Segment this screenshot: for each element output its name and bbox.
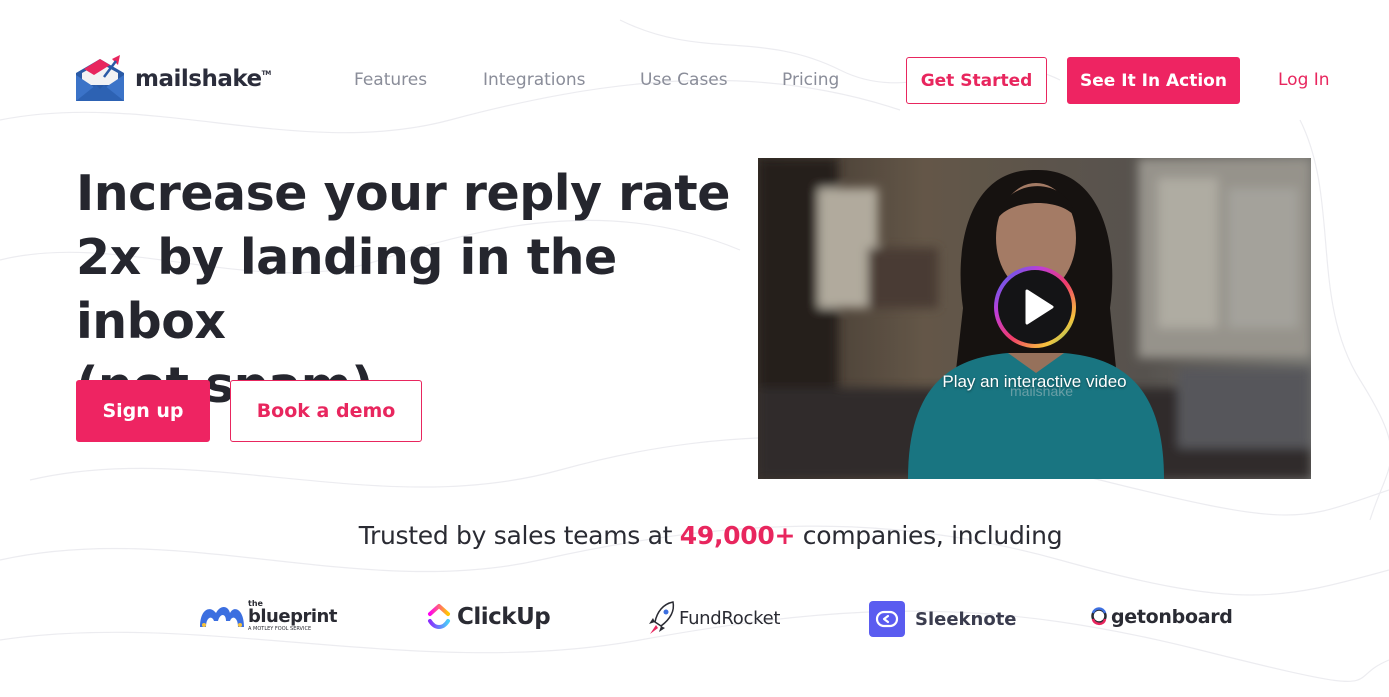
blueprint-logo-icon — [200, 607, 244, 627]
logo-trademark: TM — [261, 70, 272, 77]
play-icon — [994, 266, 1076, 348]
clickup-logo-icon — [428, 604, 450, 629]
brand-clickup: ClickUp — [427, 603, 551, 631]
trusted-by-text: Trusted by sales teams at 49,000+ compan… — [0, 521, 1389, 550]
trusted-suffix: companies, including — [795, 521, 1063, 550]
play-button[interactable] — [992, 264, 1078, 350]
hero-title-line-1: Increase your reply rate — [76, 165, 730, 222]
see-it-in-action-button[interactable]: See It In Action — [1067, 57, 1240, 104]
nav-features[interactable]: Features — [354, 70, 427, 90]
rocket-icon — [649, 601, 675, 634]
mailshake-logo[interactable]: mailshakeTM — [74, 55, 271, 103]
getonboard-logo-icon — [1091, 607, 1107, 626]
getonboard-text: getonboard — [1111, 606, 1233, 628]
clickup-text: ClickUp — [457, 604, 551, 630]
brand-blueprint: the blueprint A MOTLEY FOOL SERVICE — [198, 600, 337, 632]
get-started-button[interactable]: Get Started — [906, 57, 1047, 104]
blueprint-main-text: blueprint — [248, 606, 337, 627]
sign-up-button[interactable]: Sign up — [76, 380, 210, 442]
sleeknote-logo-icon — [869, 601, 905, 637]
brand-sleeknote: Sleeknote — [869, 601, 1017, 637]
blueprint-sub-text: A MOTLEY FOOL SERVICE — [248, 626, 312, 632]
company-count: 49,000+ — [679, 521, 796, 550]
nav-pricing[interactable]: Pricing — [782, 70, 839, 90]
interactive-video[interactable]: mailshake Play an interactive video — [758, 158, 1311, 479]
login-link[interactable]: Log In — [1278, 70, 1330, 90]
logo-wordmark: mailshakeTM — [135, 66, 271, 92]
brand-fundrocket: FundRocket — [647, 600, 780, 636]
fundrocket-text: FundRocket — [679, 607, 781, 629]
trusted-prefix: Trusted by sales teams at — [358, 521, 680, 550]
book-demo-button[interactable]: Book a demo — [230, 380, 422, 442]
video-caption: Play an interactive video — [942, 372, 1127, 391]
brand-getonboard: getonboard — [1090, 605, 1233, 629]
nav-integrations[interactable]: Integrations — [483, 70, 586, 90]
hero-title-line-2: 2x by landing in the inbox — [76, 229, 617, 350]
nav-use-cases[interactable]: Use Cases — [640, 70, 728, 90]
sleeknote-text: Sleeknote — [915, 608, 1017, 630]
mailshake-envelope-icon — [76, 55, 124, 101]
